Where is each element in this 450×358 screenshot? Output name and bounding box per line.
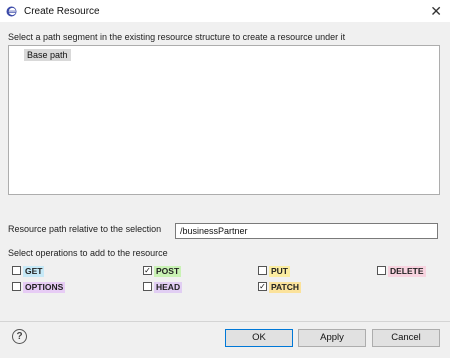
title-bar: Create Resource ✕ [0,0,450,22]
operation-label-head: HEAD [154,282,183,293]
window-title: Create Resource [24,6,100,17]
operation-label-post: POST [154,266,182,277]
tree-instruction: Select a path segment in the existing re… [8,32,346,42]
eclipse-icon [6,6,17,17]
operation-label-options: OPTIONS [23,282,66,293]
operations-label: Select operations to add to the resource [8,248,168,258]
checkbox-patch[interactable]: ✓ [258,282,267,291]
resource-path-label: Resource path relative to the selection [8,224,162,234]
checkbox-get[interactable] [12,266,21,275]
cancel-button[interactable]: Cancel [372,329,440,347]
checkbox-put[interactable] [258,266,267,275]
apply-button[interactable]: Apply [298,329,366,347]
operation-label-patch: PATCH [269,282,302,293]
operation-label-get: GET [23,266,45,277]
checkbox-post[interactable]: ✓ [143,266,152,275]
checkbox-options[interactable] [12,282,21,291]
close-icon[interactable]: ✕ [430,3,442,20]
help-icon[interactable]: ? [12,329,27,344]
tree-node-base-path[interactable]: Base path [24,49,71,61]
ok-button[interactable]: OK [225,329,293,347]
resource-tree[interactable]: Base path [8,45,440,195]
operation-label-delete: DELETE [388,266,426,277]
operation-label-put: PUT [269,266,290,277]
checkbox-delete[interactable] [377,266,386,275]
resource-path-input[interactable] [175,223,438,239]
checkbox-head[interactable] [143,282,152,291]
